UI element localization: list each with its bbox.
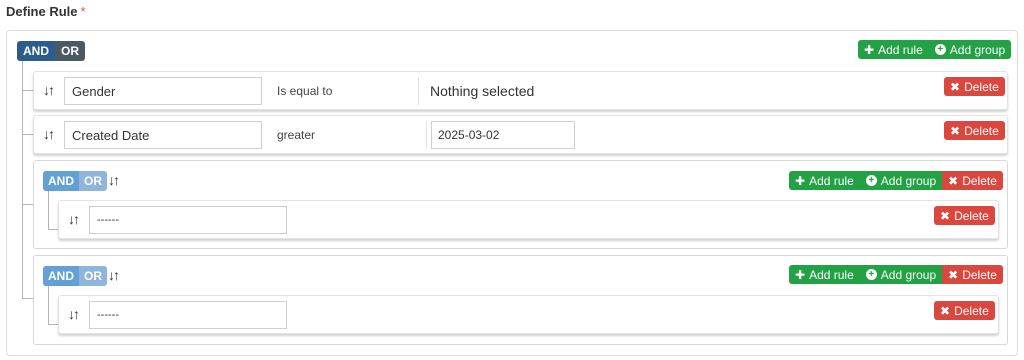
rule-field-select[interactable]: ------	[89, 206, 287, 234]
group-condition-toggle: AND OR	[43, 171, 107, 191]
group-delete-button[interactable]: ✖ Delete	[942, 265, 1003, 284]
rule-date-input[interactable]: 2025-03-02	[431, 121, 575, 149]
required-mark: *	[80, 4, 86, 19]
sort-icon[interactable]: ↓↑	[68, 306, 80, 322]
define-rule-text: Define Rule	[6, 4, 78, 19]
rule-field-value: Created Date	[72, 127, 150, 143]
query-builder: AND OR ✚ Add rule + Add group ↓↑ Gender Is…	[6, 30, 1018, 356]
group-actions: ✚ Add rule + Add group ✖ Delete	[789, 265, 1003, 284]
sort-icon[interactable]: ↓↑	[43, 126, 55, 142]
rule-value-select[interactable]: Nothing selected	[430, 83, 534, 99]
times-icon: ✖	[948, 267, 959, 282]
sort-icon[interactable]: ↓↑	[43, 82, 55, 98]
plus-icon: ✚	[795, 173, 806, 188]
group-add-group-label: Add group	[880, 173, 937, 188]
group-add-rule-label: Add rule	[809, 267, 854, 282]
group-or-button[interactable]: OR	[79, 171, 107, 191]
group-actions: ✚ Add rule + Add group ✖ Delete	[789, 171, 1003, 190]
tree-connector	[48, 189, 49, 229]
rule-delete-button[interactable]: ✖ Delete	[944, 121, 1005, 140]
tree-connector	[22, 90, 33, 91]
group-and-button[interactable]: AND	[43, 171, 79, 191]
root-add-group-button[interactable]: + Add group	[928, 40, 1012, 59]
plus-circle-icon: +	[865, 269, 877, 280]
tree-connector	[48, 284, 49, 324]
root-add-rule-button[interactable]: ✚ Add rule	[858, 40, 929, 59]
rule-field-select[interactable]: Gender	[64, 77, 262, 105]
root-actions: ✚ Add rule + Add group	[858, 40, 1012, 59]
rule-field-value: ------	[97, 214, 119, 226]
group-rule-row: ↓↑ ------ ✖ Delete	[58, 295, 999, 334]
plus-icon: ✚	[795, 267, 806, 282]
group-delete-button[interactable]: ✖ Delete	[942, 171, 1003, 190]
tree-connector	[48, 324, 58, 325]
rule-operator[interactable]: Is equal to	[277, 84, 332, 98]
rule-delete-button[interactable]: ✖ Delete	[934, 206, 995, 225]
group-and-button[interactable]: AND	[43, 266, 79, 286]
divider	[426, 121, 427, 149]
tree-connector	[22, 298, 33, 299]
rule-group: AND OR ↓↑ ✚ Add rule + Add group ✖ Delete ↓…	[33, 160, 1008, 249]
group-or-button[interactable]: OR	[79, 266, 107, 286]
times-icon: ✖	[940, 303, 951, 318]
rule-field-select[interactable]: ------	[89, 301, 287, 329]
rule-group: AND OR ↓↑ ✚ Add rule + Add group ✖ Delete ↓…	[33, 255, 1008, 345]
group-add-rule-button[interactable]: ✚ Add rule	[789, 171, 860, 190]
group-add-rule-label: Add rule	[809, 173, 854, 188]
rule-delete-label: Delete	[964, 123, 999, 138]
group-delete-label: Delete	[962, 267, 997, 282]
rule-row-created-date: ↓↑ Created Date greater 2025-03-02 ✖ Dele…	[33, 115, 1008, 154]
tree-connector	[48, 229, 58, 230]
plus-circle-icon: +	[934, 44, 946, 55]
rule-field-select[interactable]: Created Date	[64, 121, 262, 149]
rule-delete-button[interactable]: ✖ Delete	[944, 77, 1005, 96]
tree-connector	[22, 134, 33, 135]
times-icon: ✖	[950, 123, 961, 138]
root-and-button[interactable]: AND	[17, 41, 55, 61]
sort-icon[interactable]: ↓↑	[68, 211, 80, 227]
group-add-group-button[interactable]: + Add group	[859, 171, 943, 190]
times-icon: ✖	[950, 79, 961, 94]
rule-delete-label: Delete	[954, 208, 989, 223]
define-rule-label: Define Rule *	[6, 4, 86, 19]
rule-field-value: Gender	[72, 83, 116, 99]
root-add-group-label: Add group	[949, 42, 1006, 57]
rule-date-value: 2025-03-02	[438, 128, 500, 142]
group-rule-row: ↓↑ ------ ✖ Delete	[58, 200, 999, 239]
rule-operator[interactable]: greater	[277, 128, 315, 142]
rule-field-value: ------	[97, 309, 119, 321]
group-add-rule-button[interactable]: ✚ Add rule	[789, 265, 860, 284]
plus-circle-icon: +	[865, 175, 877, 186]
tree-connector	[22, 61, 23, 298]
sort-icon[interactable]: ↓↑	[108, 267, 120, 283]
rule-delete-label: Delete	[954, 303, 989, 318]
rule-row-gender: ↓↑ Gender Is equal to Nothing selected ✖…	[33, 71, 1008, 110]
times-icon: ✖	[940, 208, 951, 223]
rule-delete-button[interactable]: ✖ Delete	[934, 301, 995, 320]
tree-connector	[22, 204, 33, 205]
root-condition-toggle: AND OR	[17, 41, 85, 61]
sort-icon[interactable]: ↓↑	[108, 172, 120, 188]
group-condition-toggle: AND OR	[43, 266, 107, 286]
divider	[418, 77, 419, 105]
root-or-button[interactable]: OR	[55, 41, 85, 61]
group-add-group-label: Add group	[880, 267, 937, 282]
rule-delete-label: Delete	[964, 79, 999, 94]
group-add-group-button[interactable]: + Add group	[859, 265, 943, 284]
times-icon: ✖	[948, 173, 959, 188]
root-add-rule-label: Add rule	[878, 42, 923, 57]
group-delete-label: Delete	[962, 173, 997, 188]
plus-icon: ✚	[864, 42, 875, 57]
